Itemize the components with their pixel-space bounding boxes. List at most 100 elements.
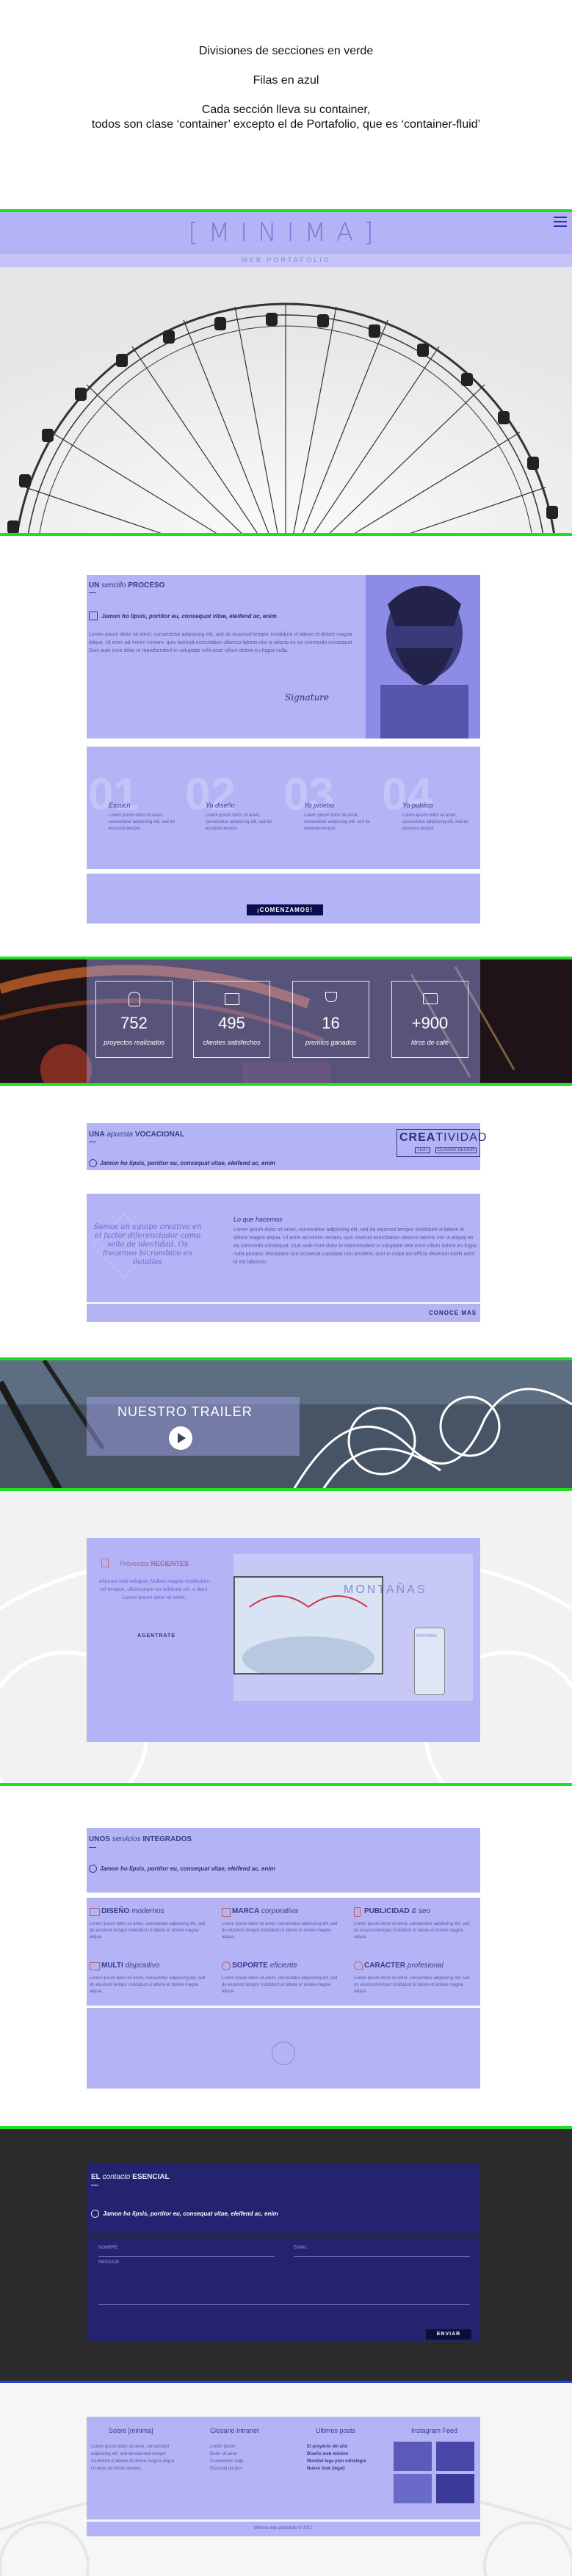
contact-tagline: Jamon ho lipsis, portitor eu, consequat … [103,2210,278,2217]
vocation-tagline: Jamon ho lipsis, portitor eu, consequat … [100,1160,275,1167]
stat-value: 752 [120,1014,148,1032]
service-text: Lorem ipsum dolor sit amet, consectetur … [354,1922,470,1940]
service-sub: profesional [407,1962,444,1970]
services-tagline: Jamon ho lipsis, portitor eu, consequat … [100,1865,275,1872]
process-title: UN sencillo PROCESO [89,581,165,589]
stat-value: +900 [411,1014,449,1032]
instagram-thumb[interactable] [436,2474,474,2503]
service-text: Lorem ipsum dolor sit amet, consectetur … [354,1976,470,1994]
globe-icon [89,1865,97,1873]
devices-icon [90,1962,100,1970]
trailer-section: NUESTRO TRAILER [0,1360,572,1490]
instagram-thumb[interactable] [394,2474,432,2503]
lightbulb-icon [128,992,140,1006]
note-line-4: todos son clase ‘container’ excepto el d… [91,118,481,131]
step-text: Lorem ipsum dolor sit amet, consectetur … [109,813,175,831]
mockup-title: MONTAÑAS [344,1583,427,1596]
vocation-body: Lorem ipsum dolor sit amet, consectetur … [233,1227,477,1265]
submit-button[interactable]: ENVIAR [426,2329,471,2340]
footer-col3-title: Ultimos posts [316,2427,356,2434]
process-cta-row: ¡COMENZAMOS! [87,874,480,924]
badge-text: CREATIVIDAD [399,1131,488,1144]
instagram-grid [394,2442,474,2503]
contact-header-row: EL contacto ESENCIAL Jamon ho lipsis, po… [87,2164,480,2235]
hero-image [0,267,572,534]
pencil-icon [89,612,98,620]
list-item[interactable]: Lorem ipsum [210,2443,243,2450]
annotation-notes: Divisiones de secciones en verde Filas e… [0,44,572,132]
hamburger-icon[interactable] [554,217,567,227]
message-field[interactable]: MENSAJE [98,2260,470,2305]
section-divider [0,1083,572,1086]
instagram-thumb[interactable] [436,2442,474,2471]
services-title: UNOS servicios INTEGRADOS [89,1835,192,1843]
vocation-content-row: Somos un equipo creativo en el factor di… [87,1194,480,1302]
stat-value: 16 [322,1014,340,1032]
note-line-3: Cada sección lleva su container, [201,104,371,116]
service-sub: dispositivo [125,1962,160,1970]
camera-icon [423,993,438,1004]
process-intro-row: UN sencillo PROCESO Jamon ho lipsis, por… [87,575,480,739]
badge-sub: TEXT [415,1147,431,1153]
gear-icon [222,1962,231,1970]
stat-box: 495 clientes satisfechos [193,981,270,1058]
stat-box: 16 premios ganados [292,981,369,1058]
service-sub: eficiente [269,1962,297,1970]
service-text: Lorem ipsum dolor sit amet, consectetur … [222,1976,338,1994]
site-logo[interactable]: [MINIMA] [0,218,572,247]
vocation-header-row: UNA apuesta VOCACIONAL Jamon ho lipsis, … [87,1123,486,1170]
vocation-subtitle: Lo que hacemos [233,1216,283,1223]
stat-value: 495 [218,1014,245,1032]
chart-icon [225,993,239,1005]
trailer-overlay: NUESTRO TRAILER [87,1397,300,1456]
copyright-text: Minima web portafolio © 2017 [254,2526,313,2530]
service-text: Lorem ipsum dolor sit amet, consectetur … [90,1976,206,1994]
service-sub: modernos [131,1907,164,1915]
process-steps-row: 01 Escuch Lorem ipsum dolor sit amet, co… [87,747,480,869]
name-field[interactable]: NOMBRE [98,2246,275,2257]
list-item[interactable]: Nuevo look (legal) [307,2465,366,2472]
title-underline [89,1847,96,1848]
list-item[interactable]: El proyecto del año [307,2443,366,2450]
services-grid-row: DISEÑO modernos Lorem ipsum dolor sit am… [87,1898,480,2006]
stat-box: +900 litros de café [391,981,468,1058]
contact-form-row: NOMBRE EMAIL MENSAJE ENVIAR [87,2237,480,2342]
portfolio-button[interactable]: AGENTRATE [127,1633,186,1639]
learn-more-link[interactable]: CONOCE MAS [429,1310,477,1316]
note-line-1: Divisiones de secciones en verde [198,45,374,57]
list-item[interactable]: Diseño web mínimo [307,2450,366,2458]
stat-box: 752 proyectos realizados [95,981,173,1058]
footer-col3-list: El proyecto del año Diseño web mínimo Mu… [307,2443,366,2472]
vocation-title: UNA apuesta VOCACIONAL [89,1131,185,1139]
footer-columns-row: Sobre [minima] Lorem ipsum dolor sit ame… [87,2417,480,2519]
play-button[interactable] [169,1426,192,1450]
creativity-badge: CREATIVIDAD TEXT CLASSIC DESIGN [397,1129,486,1157]
instagram-thumb[interactable] [394,2442,432,2471]
list-item[interactable]: Mundial lega plan estrategia [307,2458,366,2465]
email-field[interactable]: EMAIL [294,2246,470,2257]
stat-label: premios ganados [305,1039,357,1046]
process-tagline: Jamon ho lipsis, portitor eu, consequat … [101,613,277,620]
trailer-title: NUESTRO TRAILER [117,1404,253,1419]
badge-sub: CLASSIC DESIGN [435,1147,477,1153]
trophy-icon [325,992,337,1002]
list-item[interactable]: Consectetur adip [210,2458,243,2465]
service-name: MARCA [232,1907,260,1915]
service-sub: & seo [411,1907,431,1915]
list-item[interactable]: Dolor sit amet [210,2450,243,2458]
stat-label: clientes satisfechos [203,1039,261,1046]
phone-icon [354,1907,361,1917]
step-text: Lorem ipsum dolor sit amet, consectetur … [206,813,272,831]
navbar: [MINIMA] [0,212,572,254]
list-item[interactable]: Eiusmod tempor [210,2465,243,2472]
footer-col2-list: Lorem ipsum Dolor sit amet Consectetur a… [210,2443,243,2472]
device-mockup: MONTAÑAS MONTAÑAS [233,1554,473,1701]
service-text: Lorem ipsum dolor sit amet, consectetur … [90,1922,206,1940]
portfolio-text: Aliquam erat volutpat. Nullam magna vest… [98,1579,210,1600]
footer-col2-title: Glosario Intranet [210,2427,259,2434]
service-name: SOPORTE [232,1962,268,1970]
vocation-quote: Somos un equipo creativo en el factor di… [93,1223,202,1266]
tag-icon [222,1908,231,1917]
start-button[interactable]: ¡COMENZAMOS! [247,904,323,915]
stat-label: proyectos realizados [104,1039,164,1046]
